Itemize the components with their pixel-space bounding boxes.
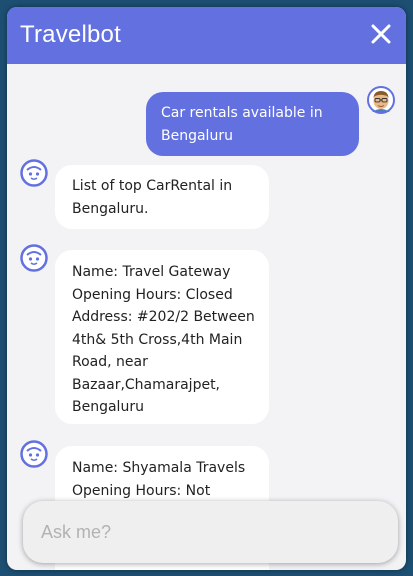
header-title: Travelbot <box>20 21 121 48</box>
bot-avatar <box>20 244 48 272</box>
bot-avatar-icon <box>20 244 48 272</box>
bot-avatar <box>20 159 48 187</box>
close-icon <box>371 24 391 44</box>
user-avatar <box>367 86 395 114</box>
user-message: Car rentals available in Bengaluru <box>146 92 359 156</box>
chat-window: Travelbot Car rentals available in Benga… <box>7 7 406 570</box>
chat-header: Travelbot <box>7 7 406 64</box>
bot-message: List of top CarRental in Bengaluru. <box>55 165 269 229</box>
message-input[interactable] <box>23 501 398 563</box>
bot-avatar-icon <box>20 159 48 187</box>
bot-avatar <box>20 440 48 468</box>
user-avatar-icon <box>367 86 395 114</box>
bot-avatar-icon <box>20 440 48 468</box>
close-button[interactable] <box>368 21 394 47</box>
message-list[interactable]: Car rentals available in Bengaluru List … <box>7 64 406 570</box>
bot-message: Name: Travel Gateway Opening Hours: Clos… <box>55 250 269 424</box>
message-input-bar <box>23 501 398 563</box>
